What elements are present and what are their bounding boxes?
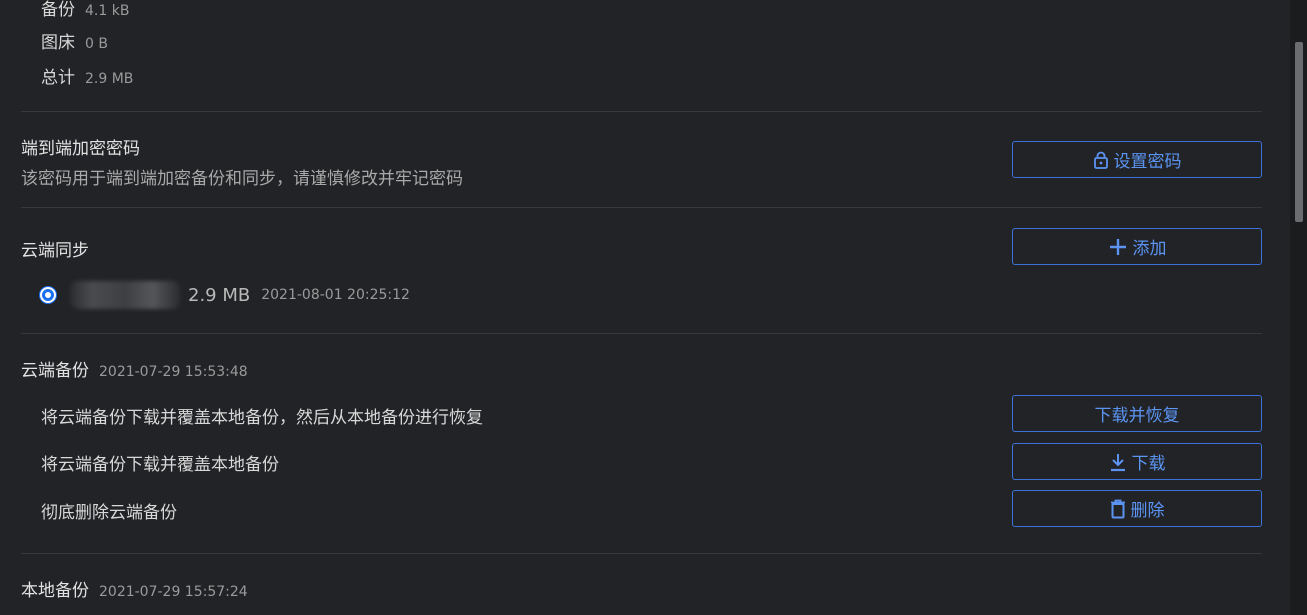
delete-button[interactable]: 删除 [1012,490,1262,527]
stat-label: 总计 [41,68,75,88]
e2e-password-title: 端到端加密密码 [21,139,140,159]
divider [21,111,1262,112]
stat-image-host: 图床 0 B [41,28,108,53]
sync-entry-radio[interactable] [40,287,56,303]
scrollbar-thumb[interactable] [1295,42,1303,222]
download-icon [1109,452,1127,472]
divider [21,207,1262,208]
sync-entry[interactable]: 2.9 MB 2021-08-01 20:25:12 [40,281,410,309]
cloud-backup-title: 云端备份 2021-07-29 15:53:48 [21,356,248,381]
delete-description: 彻底删除云端备份 [41,503,177,523]
stat-value: 4.1 kB [85,3,130,19]
stat-value: 2.9 MB [85,71,134,87]
set-password-button[interactable]: 设置密码 [1012,141,1262,178]
divider [21,333,1262,334]
cloud-backup-label: 云端备份 [21,361,89,381]
stat-value: 0 B [85,36,108,52]
add-sync-label: 添加 [1132,239,1167,259]
cloud-sync-title: 云端同步 [21,241,89,261]
sync-entry-size: 2.9 MB [188,284,251,306]
download-button[interactable]: 下载 [1012,443,1262,480]
delete-label: 删除 [1130,501,1165,521]
local-backup-title: 本地备份 2021-07-29 15:57:24 [21,576,248,601]
download-description: 将云端备份下载并覆盖本地备份 [41,455,279,475]
stat-label: 图床 [41,33,75,53]
stat-backup: 备份 4.1 kB [41,0,129,20]
e2e-password-description: 该密码用于端到端加密备份和同步，请谨慎修改并牢记密码 [21,169,463,189]
download-label: 下载 [1131,454,1166,474]
sync-entry-date: 2021-08-01 20:25:12 [261,287,410,303]
plus-icon [1108,237,1128,257]
add-sync-button[interactable]: 添加 [1012,228,1262,265]
divider [21,553,1262,554]
lock-icon [1093,151,1109,169]
cloud-backup-time: 2021-07-29 15:53:48 [99,364,248,380]
local-backup-label: 本地备份 [21,581,89,601]
local-backup-time: 2021-07-29 15:57:24 [99,584,248,600]
set-password-label: 设置密码 [1113,152,1182,172]
download-restore-button[interactable]: 下载并恢复 [1012,395,1262,432]
settings-panel: 备份 4.1 kB 图床 0 B 总计 2.9 MB 端到端加密密码 该密码用于端到端… [0,0,1290,615]
trash-icon [1110,499,1126,519]
stat-total: 总计 2.9 MB [41,63,133,88]
download-restore-label: 下载并恢复 [1094,406,1180,426]
redacted-name [70,281,180,309]
restore-description: 将云端备份下载并覆盖本地备份，然后从本地备份进行恢复 [41,408,483,428]
stat-label: 备份 [41,0,75,20]
